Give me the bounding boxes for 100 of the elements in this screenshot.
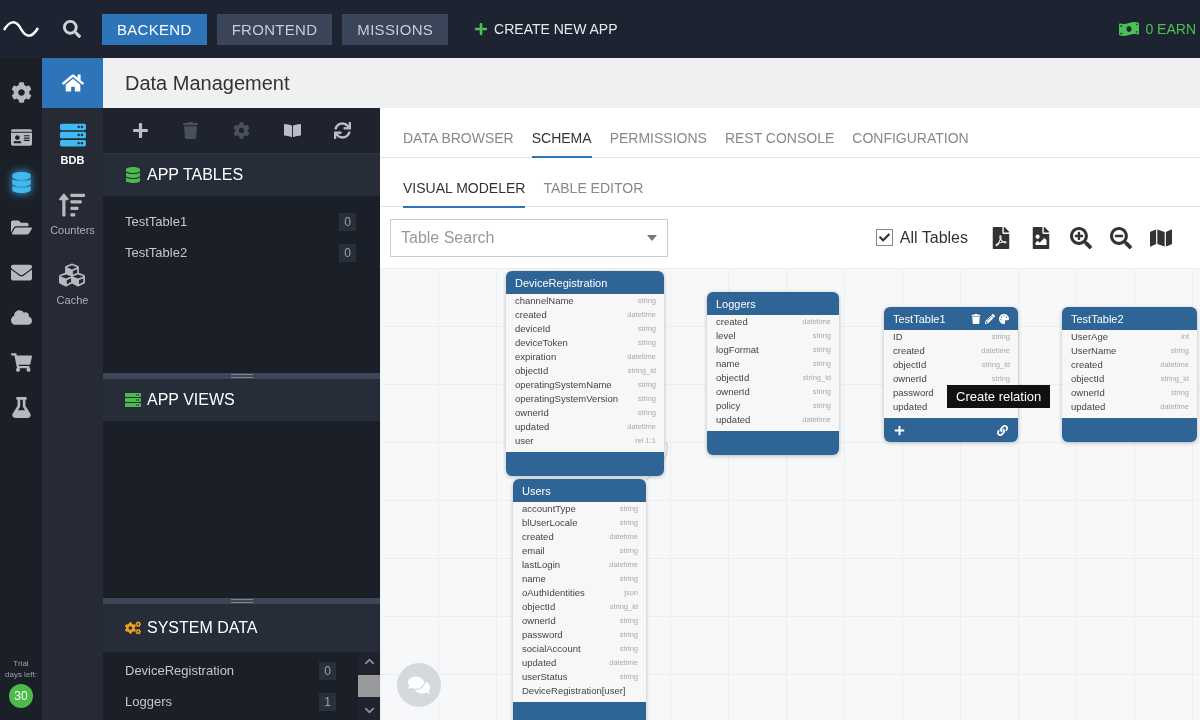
- add-icon[interactable]: [894, 424, 905, 436]
- field-name: objectId: [716, 373, 750, 383]
- image-file-icon[interactable]: [1030, 226, 1052, 249]
- add-icon[interactable]: [131, 122, 149, 139]
- home-icon: [61, 72, 84, 94]
- field-name: UserAge: [1071, 332, 1108, 342]
- table-name[interactable]: TestTable2: [125, 245, 188, 260]
- field-name: userStatus: [522, 672, 568, 682]
- tab[interactable]: DATA BROWSER: [403, 130, 514, 158]
- field-name: oAuthIdentities: [522, 588, 585, 598]
- search-placeholder: Table Search: [401, 228, 495, 247]
- checkbox[interactable]: [875, 229, 893, 246]
- caret-icon: [647, 234, 657, 241]
- subnav-label: Cache: [56, 294, 89, 306]
- table-title: TestTable1: [893, 312, 946, 325]
- nav-tab[interactable]: FRONTEND: [216, 13, 333, 45]
- page-title: Data Management: [103, 58, 1200, 108]
- trial-label: Trial days left:: [5, 659, 37, 680]
- zoom-in-icon[interactable]: [1070, 226, 1092, 249]
- field-name: objectId: [522, 602, 556, 612]
- table-name[interactable]: TestTable1: [125, 214, 188, 229]
- count-badge: 0: [319, 661, 336, 680]
- tab[interactable]: PERMISSIONS: [609, 130, 707, 158]
- table-title: Users: [522, 484, 551, 497]
- table-title: DeviceRegistration: [515, 276, 608, 289]
- tab[interactable]: REST CONSOLE: [724, 130, 835, 158]
- section-title: APP VIEWS: [147, 391, 235, 409]
- field-name: name: [522, 574, 546, 584]
- count-badge: 0: [339, 243, 356, 262]
- field-name: password: [522, 630, 563, 640]
- subnav-item[interactable]: BDB: [59, 122, 86, 178]
- field-name: ID: [893, 332, 903, 342]
- field-name: blUserLocale: [522, 518, 578, 528]
- field-name: socialAccount: [522, 644, 581, 654]
- field-name: policy: [716, 401, 741, 411]
- section-title: SYSTEM DATA: [147, 619, 258, 637]
- splitter-handle[interactable]: [103, 373, 380, 379]
- field-name: created: [522, 532, 554, 542]
- zoom-out-icon[interactable]: [1110, 226, 1132, 249]
- field-name: channelName: [515, 296, 574, 306]
- field-name: user: [515, 436, 534, 446]
- table-title: Loggers: [716, 297, 756, 310]
- field-name: ownerId: [522, 616, 556, 626]
- field-name: DeviceRegistration[user]: [522, 686, 626, 696]
- pdf-icon[interactable]: [990, 226, 1012, 249]
- tab[interactable]: SCHEMA: [531, 130, 592, 158]
- home-button[interactable]: [42, 58, 103, 108]
- field-name: operatingSystemName: [515, 380, 612, 390]
- tab[interactable]: VISUAL MODELER: [403, 180, 526, 208]
- table-name[interactable]: DeviceRegistration: [125, 663, 235, 678]
- field-name: ownerId: [1071, 388, 1105, 398]
- chevron-down-icon[interactable]: [363, 705, 375, 716]
- database-icon: [125, 167, 141, 183]
- field-name: objectId: [1071, 374, 1105, 384]
- server-icon: [125, 392, 141, 408]
- table-name[interactable]: Loggers: [125, 694, 172, 709]
- link-icon[interactable]: [997, 424, 1008, 436]
- scroll-thumb[interactable]: [358, 675, 380, 697]
- field-name: password: [893, 388, 934, 398]
- refresh-icon[interactable]: [334, 122, 352, 139]
- create-app-button[interactable]: CREATE NEW APP: [468, 20, 624, 38]
- subnav-item[interactable]: Cache: [56, 262, 89, 318]
- pencil-icon[interactable]: [985, 313, 995, 324]
- trial-days-badge: 30: [9, 684, 33, 708]
- tab[interactable]: TABLE EDITOR: [543, 180, 644, 208]
- chevron-up-icon[interactable]: [363, 656, 375, 667]
- splitter-handle[interactable]: [103, 598, 380, 604]
- field-name: lastLogin: [522, 560, 561, 570]
- subnav-label: BDB: [60, 154, 85, 166]
- field-name: deviceToken: [515, 338, 568, 348]
- field-name: created: [515, 310, 547, 320]
- tooltip: Create relation: [947, 385, 1051, 408]
- field-name: updated: [716, 415, 751, 425]
- chat-icon: [408, 674, 430, 696]
- subnav-item[interactable]: Counters: [50, 192, 95, 248]
- field-name: deviceId: [515, 324, 551, 334]
- nav-tab[interactable]: BACKEND: [102, 13, 207, 45]
- field-name: email: [522, 546, 545, 556]
- count-badge: 1: [319, 692, 336, 711]
- field-name: expiration: [515, 352, 557, 362]
- checkbox-label: All Tables: [899, 228, 968, 247]
- money-icon: [1119, 19, 1140, 39]
- section-title: APP TABLES: [147, 166, 244, 184]
- field-name: name: [716, 359, 740, 369]
- palette-icon[interactable]: [999, 313, 1009, 324]
- field-name: ownerId: [515, 408, 549, 418]
- tab[interactable]: CONFIGURATION: [852, 130, 969, 158]
- trash-icon[interactable]: [971, 313, 981, 324]
- plus-icon: [474, 22, 489, 36]
- check-icon: [878, 232, 890, 243]
- book-icon[interactable]: [283, 122, 301, 139]
- nav-tab[interactable]: MISSIONS: [342, 13, 449, 45]
- field-name: objectId: [893, 360, 927, 370]
- field-name: updated: [893, 402, 928, 412]
- field-name: created: [893, 346, 925, 356]
- count-badge: 0: [339, 212, 356, 231]
- field-name: accountType: [522, 504, 576, 514]
- earn-label[interactable]: 0 EARN: [1145, 21, 1196, 37]
- field-name: updated: [515, 422, 550, 432]
- map-icon[interactable]: [1150, 226, 1172, 249]
